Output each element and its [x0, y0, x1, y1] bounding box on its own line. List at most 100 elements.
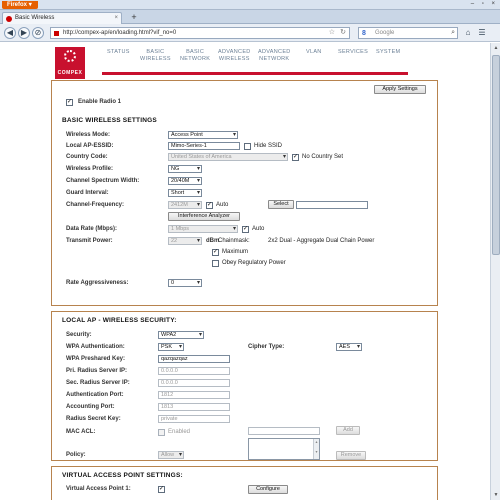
policy-select[interactable]: Allow [158, 451, 184, 459]
nav-advanced-wireless[interactable]: ADVANCED WIRELESS [218, 49, 251, 63]
page-scrollbar[interactable]: ▲ ▼ [490, 43, 500, 500]
interference-analyzer-button[interactable]: Interference Analyzer [168, 212, 240, 221]
search-icon[interactable]: ⌕ [451, 28, 455, 38]
obey-regulatory-checkbox[interactable] [212, 260, 219, 267]
enable-radio-checkbox[interactable]: ✓ [66, 99, 73, 106]
nav-advanced-network-label: ADVANCED [258, 49, 291, 55]
vap1-configure-button[interactable]: Configure [248, 485, 288, 494]
maximum-power-checkbox[interactable]: ✓ [212, 249, 219, 256]
tab-bar: Basic Wireless × + [0, 10, 500, 24]
mac-address-input[interactable] [248, 427, 320, 435]
guard-interval-select[interactable]: Short [168, 189, 202, 197]
star-icon[interactable]: ☆ [329, 28, 335, 38]
window-controls[interactable]: – ▫ × [471, 1, 498, 7]
nav-basic-wireless[interactable]: BASIC WIRELESS [140, 49, 171, 63]
policy-label: Policy: [66, 452, 86, 458]
auth-port-input[interactable]: 1812 [158, 391, 230, 399]
channel-frequency-label: Channel-Frequency: [66, 202, 125, 208]
country-code-select[interactable]: United States of America [168, 153, 288, 161]
wireless-profile-select[interactable]: NG [168, 165, 202, 173]
nav-basic-network-label-2: NETWORK [180, 56, 211, 62]
no-country-checkbox[interactable]: ✓ [292, 154, 299, 161]
mac-list-scrollbar[interactable]: ▴ ▾ [313, 439, 319, 459]
obey-regulatory-label: Obey Regulatory Power [222, 260, 286, 266]
virtual-ap-panel: VIRTUAL ACCESS POINT SETTINGS: Virtual A… [51, 466, 438, 500]
scroll-up-icon[interactable]: ▲ [492, 44, 500, 52]
mac-add-button[interactable]: Add [336, 426, 360, 435]
search-placeholder: Google [375, 30, 395, 36]
pri-radius-label: Pri. Radius Server IP: [66, 368, 128, 374]
nav-advanced-network[interactable]: ADVANCED NETWORK [258, 49, 291, 63]
nav-system[interactable]: SYSTEM [376, 49, 400, 56]
sec-radius-input[interactable]: 0.0.0.0 [158, 379, 230, 387]
data-rate-auto-checkbox[interactable]: ✓ [242, 226, 249, 233]
wpa-auth-select[interactable]: PSK [158, 343, 184, 351]
auth-port-label: Authentication Port: [66, 392, 124, 398]
pri-radius-input[interactable]: 0.0.0.0 [158, 367, 230, 375]
vap1-checkbox[interactable]: ✓ [158, 486, 165, 493]
radius-key-input[interactable]: private [158, 415, 230, 423]
stop-icon[interactable]: ⊘ [32, 27, 44, 39]
google-icon: 8 [362, 30, 366, 37]
channel-frequency-select[interactable]: 2412M [168, 201, 202, 209]
select-channel-button[interactable]: Select [268, 200, 294, 209]
nav-vlan[interactable]: VLAN [306, 49, 322, 56]
nav-basic-wireless-label-2: WIRELESS [140, 56, 171, 62]
guard-interval-label: Guard Interval: [66, 190, 109, 196]
mac-acl-label: MAC ACL: [66, 429, 96, 435]
rate-aggressiveness-select[interactable]: 0 [168, 279, 202, 287]
firefox-menu-button[interactable]: Firefox ▾ [2, 1, 38, 9]
transmit-power-select[interactable]: 22 [168, 237, 202, 245]
scrollbar-thumb[interactable] [492, 55, 500, 255]
nav-status[interactable]: STATUS [107, 49, 130, 56]
scroll-down-icon[interactable]: ▼ [492, 491, 500, 499]
data-rate-select[interactable]: 1 Mbps [168, 225, 238, 233]
frequency-auto-checkbox[interactable]: ✓ [206, 202, 213, 209]
wireless-security-title: LOCAL AP - WIRELESS SECURITY: [62, 317, 177, 324]
nav-advanced-wireless-label: ADVANCED [218, 49, 251, 55]
apply-settings-button[interactable]: Apply Settings [374, 85, 426, 94]
reload-icon[interactable]: ↻ [340, 28, 346, 38]
navigation-toolbar: ◀ ▶ ⊘ http://compex-ap/en/loading.html?v… [0, 24, 500, 42]
search-bar[interactable]: 8 Google ⌕ [358, 27, 458, 39]
new-tab-button[interactable]: + [128, 13, 140, 23]
essid-input[interactable]: Mimo-Series-1 [168, 142, 240, 150]
tab-basic-wireless[interactable]: Basic Wireless × [2, 12, 122, 24]
channel-width-select[interactable]: 20/40M [168, 177, 202, 185]
nav-basic-network[interactable]: BASIC NETWORK [180, 49, 210, 63]
hide-ssid-label: Hide SSID [254, 143, 283, 149]
acct-port-input[interactable]: 1813 [158, 403, 230, 411]
wireless-security-panel: LOCAL AP - WIRELESS SECURITY: Security: … [51, 311, 438, 461]
mac-acl-checkbox[interactable] [158, 429, 165, 436]
radius-key-label: Radius Secret Key: [66, 416, 121, 422]
basic-wireless-panel: Apply Settings ✓ Enable Radio 1 BASIC WI… [51, 80, 438, 306]
page-viewport: COMPEX STATUS BASIC WIRELESS BASIC NETWORK… [0, 43, 490, 500]
url-text: http://compex-ap/en/loading.html?vif_no=… [63, 30, 177, 36]
no-country-label: No Country Set [302, 154, 344, 160]
cipher-type-select[interactable]: AES [336, 343, 362, 351]
cipher-type-label: Cipher Type: [248, 344, 285, 350]
acct-port-label: Accounting Port: [66, 404, 115, 410]
mac-remove-button[interactable]: Remove [336, 451, 366, 460]
hide-ssid-checkbox[interactable] [244, 143, 251, 150]
bookmarks-icon[interactable]: ☰ [476, 27, 488, 39]
compex-logo-mark [64, 50, 76, 62]
channel-select-input[interactable] [296, 201, 368, 209]
compex-logo: COMPEX [55, 47, 85, 79]
security-select[interactable]: WPA2 [158, 331, 204, 339]
wpa-auth-label: WPA Authentication: [66, 344, 125, 350]
chainmask-label: Chainmask: [218, 238, 250, 244]
url-bar[interactable]: http://compex-ap/en/loading.html?vif_no=… [50, 27, 350, 39]
essid-label: Local AP-ESSID: [66, 143, 114, 149]
compex-logo-text: COMPEX [57, 70, 83, 76]
mac-list-box[interactable]: ▴ ▾ [248, 438, 320, 460]
close-tab-icon[interactable]: × [114, 13, 118, 24]
back-icon[interactable]: ◀ [4, 27, 16, 39]
nav-services[interactable]: SERVICES [338, 49, 368, 56]
forward-icon[interactable]: ▶ [18, 27, 30, 39]
security-label: Security: [66, 332, 92, 338]
wireless-mode-select[interactable]: Access Point [168, 131, 238, 139]
psk-input[interactable]: qazqazqaz [158, 355, 230, 363]
channel-width-label: Channel Spectrum Width: [66, 178, 140, 184]
home-icon[interactable]: ⌂ [462, 27, 474, 39]
